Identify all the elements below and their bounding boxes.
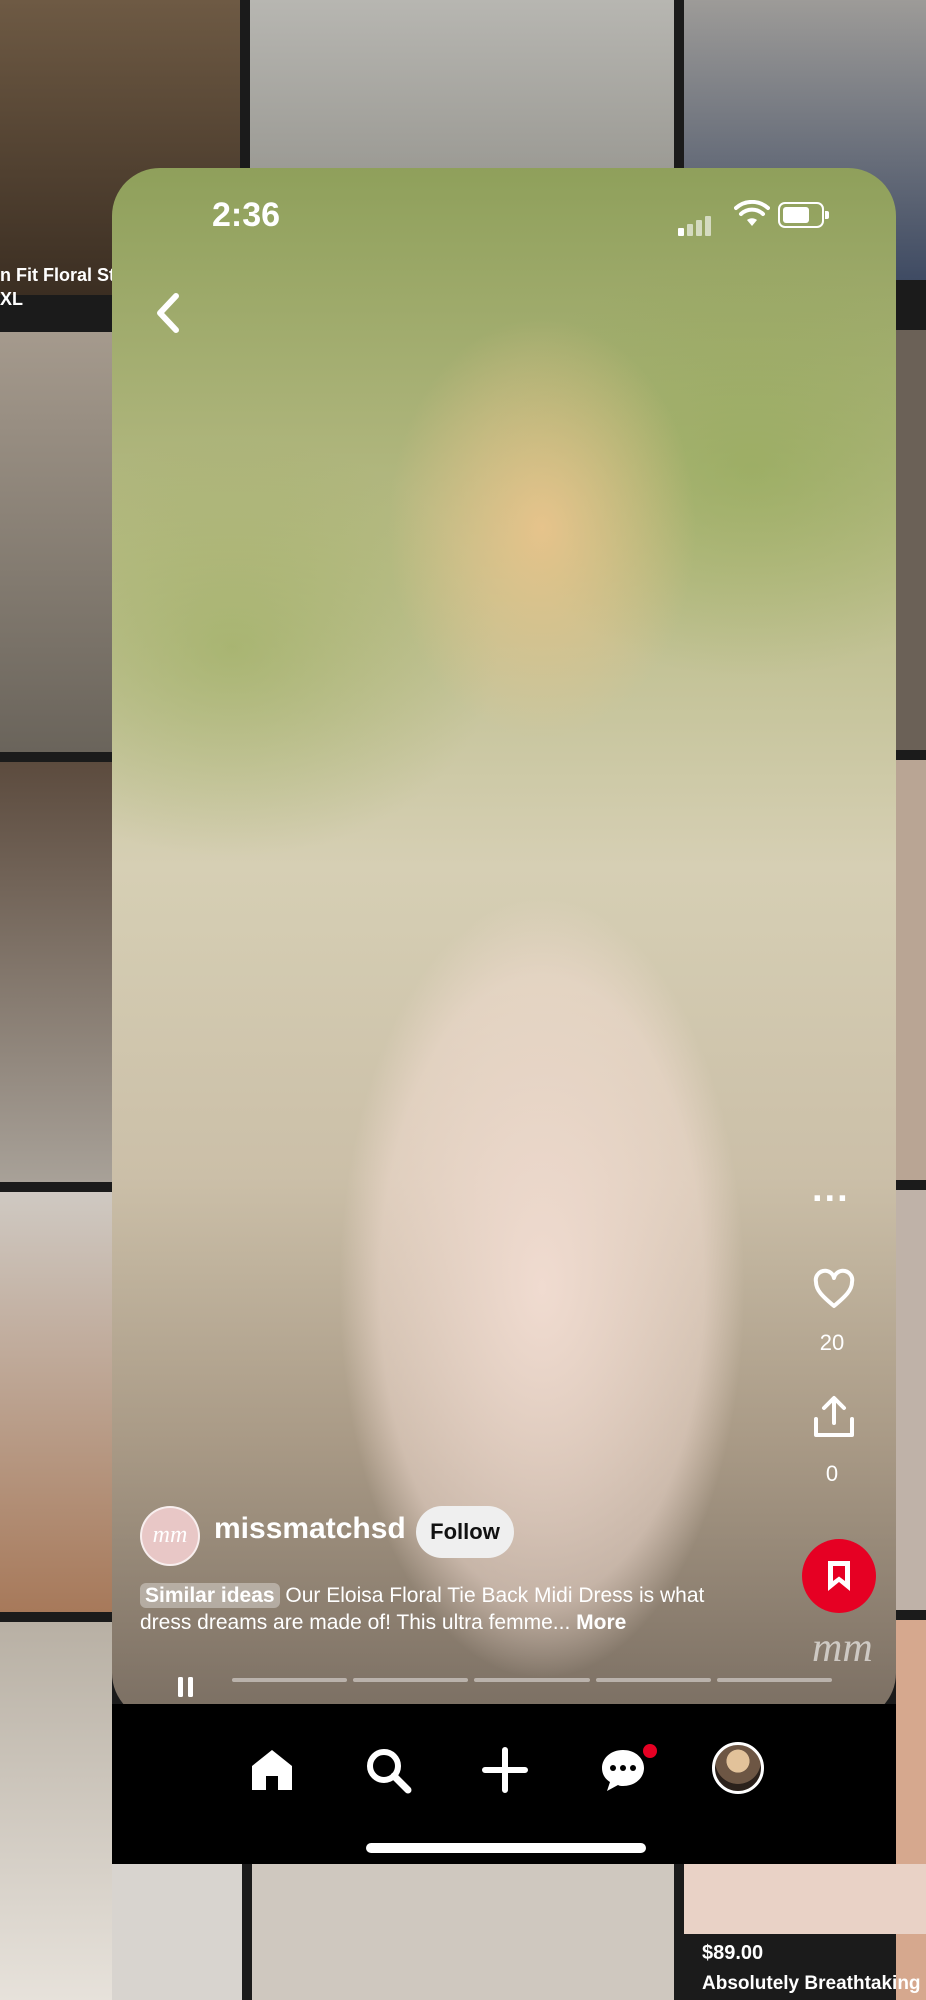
bg-tile[interactable] xyxy=(112,1864,242,2000)
progress-segment xyxy=(232,1678,348,1682)
bg-tile[interactable] xyxy=(0,1192,112,1612)
product-price: $89.00 xyxy=(702,1942,764,1964)
battery-icon xyxy=(778,202,829,228)
pin-description: Similar ideas Our Eloisa Floral Tie Back… xyxy=(140,1582,750,1636)
bg-tile-caption: n Fit Floral St XL xyxy=(0,265,115,309)
profile-avatar[interactable] xyxy=(712,1742,764,1794)
product-title: Absolutely Breathtaking xyxy=(702,1973,921,1994)
bg-tile[interactable] xyxy=(896,1190,926,1610)
bg-tile[interactable] xyxy=(896,760,926,1180)
bookmark-icon xyxy=(828,1561,850,1591)
search-icon[interactable] xyxy=(362,1744,414,1796)
notification-badge xyxy=(643,1744,657,1758)
brand-watermark: mm xyxy=(812,1625,873,1671)
share-count: 0 xyxy=(825,1461,839,1486)
bg-tile[interactable] xyxy=(252,1864,674,2000)
wifi-icon xyxy=(734,200,770,226)
progress-segment xyxy=(353,1678,469,1682)
bg-tile[interactable] xyxy=(0,332,112,752)
home-icon[interactable] xyxy=(246,1744,298,1796)
heart-icon[interactable] xyxy=(812,1268,856,1312)
cellular-signal-icon xyxy=(678,216,714,236)
pin-closeup-card[interactable]: 2:36 ... 20 0 mm mm missmatchsd Follow S… xyxy=(112,168,896,1721)
back-chevron-icon[interactable] xyxy=(148,288,188,338)
bg-tile[interactable] xyxy=(0,762,112,1182)
share-icon[interactable] xyxy=(812,1393,856,1441)
video-progress-bar[interactable] xyxy=(232,1678,833,1682)
bg-tile[interactable] xyxy=(0,1622,112,2000)
bottom-nav xyxy=(112,1704,896,1864)
similar-ideas-chip[interactable]: Similar ideas xyxy=(140,1583,280,1608)
messages-icon[interactable] xyxy=(597,1744,649,1796)
save-button[interactable] xyxy=(802,1539,876,1613)
bg-tile[interactable] xyxy=(896,1620,926,2000)
status-time: 2:36 xyxy=(212,196,281,234)
more-options-icon[interactable]: ... xyxy=(812,1168,850,1211)
progress-segment xyxy=(716,1678,833,1682)
bg-tile[interactable] xyxy=(684,1864,926,1934)
author-name[interactable]: missmatchsd xyxy=(214,1512,406,1546)
author-avatar[interactable]: mm xyxy=(140,1506,200,1566)
home-indicator xyxy=(366,1843,646,1853)
like-count: 20 xyxy=(819,1330,845,1355)
follow-button[interactable]: Follow xyxy=(416,1506,514,1558)
create-icon[interactable] xyxy=(479,1744,531,1796)
progress-segment xyxy=(595,1678,711,1682)
more-link[interactable]: More xyxy=(576,1611,626,1634)
bg-tile[interactable] xyxy=(896,330,926,750)
status-bar: 2:36 xyxy=(112,168,896,258)
progress-segment xyxy=(474,1678,590,1682)
pause-icon[interactable] xyxy=(176,1676,196,1698)
bg-tile[interactable] xyxy=(250,0,674,168)
